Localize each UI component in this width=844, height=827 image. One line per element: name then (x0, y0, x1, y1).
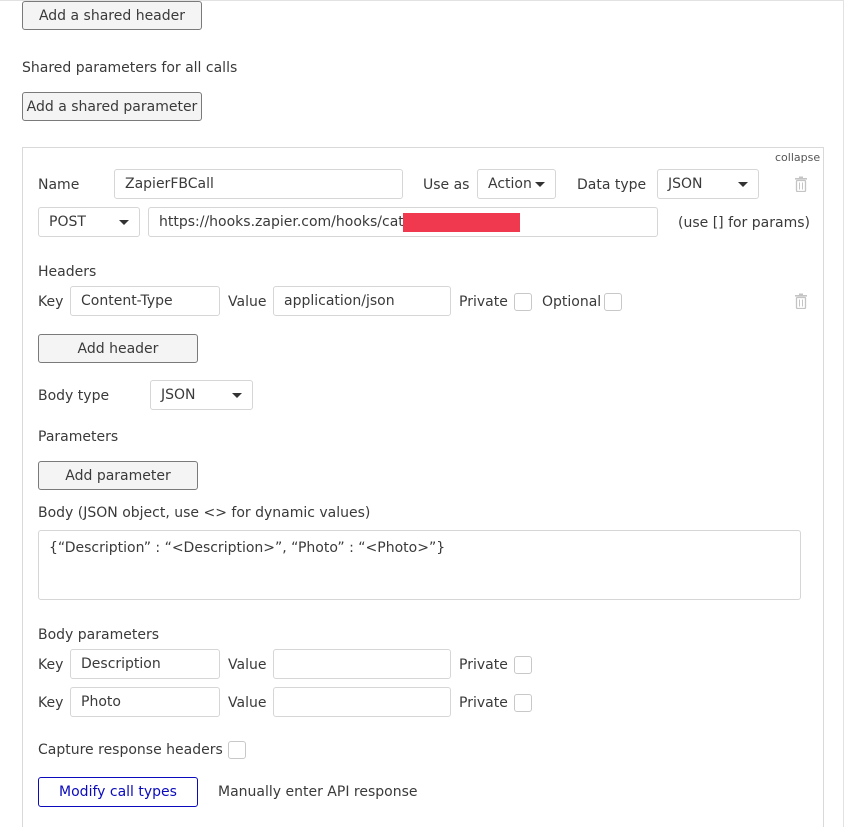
add-shared-header-button[interactable]: Add a shared header (22, 1, 202, 30)
add-parameter-button[interactable]: Add parameter (38, 461, 198, 490)
body-param-value-input[interactable] (273, 687, 451, 717)
header-value-label: Value (228, 294, 267, 310)
chevron-down-icon (535, 182, 545, 187)
body-type-select[interactable]: JSON (150, 380, 253, 410)
header-optional-checkbox[interactable] (604, 293, 622, 311)
url-value: https://hooks.zapier.com/hooks/catch/ (159, 214, 426, 230)
add-shared-parameter-button[interactable]: Add a shared parameter (22, 92, 202, 121)
name-label: Name (38, 177, 80, 193)
use-as-label: Use as (423, 177, 470, 193)
name-input[interactable]: ZapierFBCall (114, 169, 403, 199)
header-private-label: Private (459, 294, 508, 310)
header-key-input[interactable]: Content-Type (70, 286, 220, 316)
chevron-down-icon (232, 393, 242, 398)
chevron-down-icon (738, 182, 748, 187)
body-param-key-input[interactable]: Photo (70, 687, 220, 717)
shared-params-label: Shared parameters for all calls (22, 60, 238, 76)
add-header-button[interactable]: Add header (38, 334, 198, 363)
body-type-value: JSON (161, 387, 196, 403)
method-select[interactable]: POST (38, 207, 140, 237)
header-optional-label: Optional (542, 294, 602, 310)
body-param-value-label: Value (228, 657, 267, 673)
data-type-select[interactable]: JSON (657, 169, 759, 199)
collapse-link[interactable]: collapse (775, 149, 820, 167)
redacted-block (403, 213, 520, 232)
capture-response-headers-checkbox[interactable] (228, 741, 246, 759)
header-value-input[interactable]: application/json (273, 286, 451, 316)
body-param-private-checkbox[interactable] (514, 656, 532, 674)
header-private-checkbox[interactable] (514, 293, 532, 311)
body-param-value-input[interactable] (273, 649, 451, 679)
trash-icon[interactable] (794, 293, 808, 309)
body-label: Body (JSON object, use <> for dynamic va… (38, 505, 371, 521)
body-type-label: Body type (38, 388, 110, 404)
headers-label: Headers (38, 264, 97, 280)
body-param-private-checkbox[interactable] (514, 694, 532, 712)
body-textarea[interactable]: {“Description” : “<Description>”, “Photo… (38, 530, 801, 600)
use-as-value: Action (488, 176, 532, 192)
url-hint: (use [] for params) (678, 215, 810, 231)
body-params-label: Body parameters (38, 627, 159, 643)
data-type-label: Data type (577, 177, 647, 193)
body-param-private-label: Private (459, 695, 508, 711)
body-param-key-label: Key (38, 657, 64, 673)
use-as-select[interactable]: Action (477, 169, 556, 199)
method-value: POST (49, 214, 86, 230)
capture-response-headers-label: Capture response headers (38, 742, 223, 758)
body-param-value-label: Value (228, 695, 267, 711)
body-param-key-label: Key (38, 695, 64, 711)
chevron-down-icon (119, 220, 129, 225)
data-type-value: JSON (668, 176, 703, 192)
modify-call-types-button[interactable]: Modify call types (38, 777, 198, 807)
trash-icon[interactable] (794, 176, 808, 192)
parameters-label: Parameters (38, 429, 119, 445)
manual-response-link[interactable]: Manually enter API response (218, 783, 417, 801)
header-key-label: Key (38, 294, 64, 310)
body-param-key-input[interactable]: Description (70, 649, 220, 679)
body-param-private-label: Private (459, 657, 508, 673)
